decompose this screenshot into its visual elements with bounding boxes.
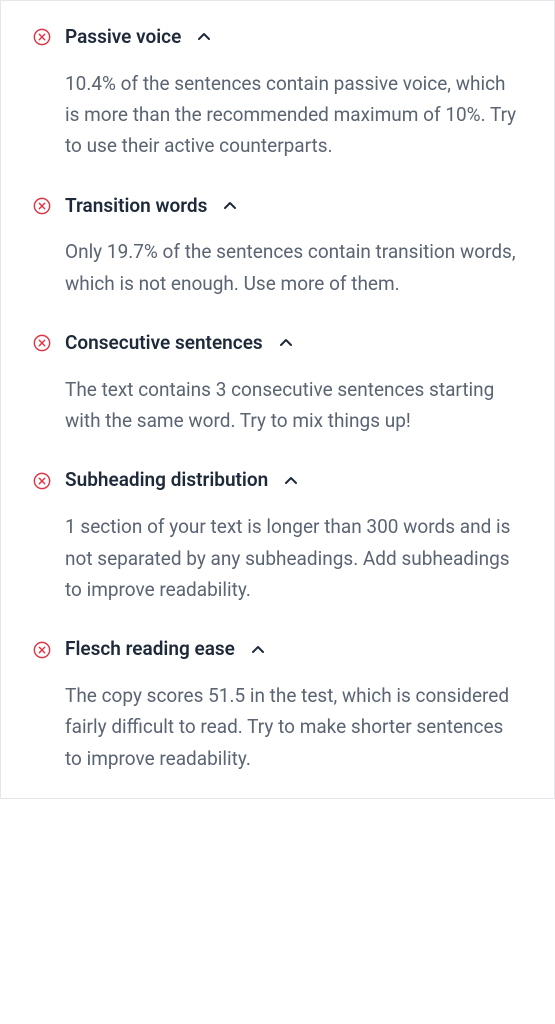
readability-analysis-panel: Passive voice 10.4% of the sentences con… [0,0,555,799]
error-icon [33,334,51,352]
chevron-up-icon [279,336,293,350]
analysis-item-title: Subheading distribution [65,468,268,493]
analysis-item-description: The copy scores 51.5 in the test, which … [33,680,522,774]
analysis-item: Transition words Only 19.7% of the sente… [33,194,522,299]
chevron-up-icon [284,474,298,488]
analysis-item: Passive voice 10.4% of the sentences con… [33,25,522,162]
analysis-item-header[interactable]: Subheading distribution [33,468,522,493]
analysis-item: Consecutive sentences The text contains … [33,331,522,436]
analysis-item-description: Only 19.7% of the sentences contain tran… [33,236,522,299]
analysis-item-description: 1 section of your text is longer than 30… [33,511,522,605]
analysis-item-header[interactable]: Transition words [33,194,522,219]
analysis-item-header[interactable]: Passive voice [33,25,522,50]
analysis-item: Subheading distribution 1 section of you… [33,468,522,605]
chevron-up-icon [197,30,211,44]
analysis-item-description: The text contains 3 consecutive sentence… [33,374,522,437]
analysis-item-header[interactable]: Flesch reading ease [33,637,522,662]
chevron-up-icon [223,199,237,213]
analysis-item-title: Passive voice [65,25,181,50]
error-icon [33,28,51,46]
analysis-item-title: Flesch reading ease [65,637,235,662]
analysis-item-description: 10.4% of the sentences contain passive v… [33,68,522,162]
analysis-item-header[interactable]: Consecutive sentences [33,331,522,356]
error-icon [33,472,51,490]
chevron-up-icon [251,643,265,657]
analysis-item-title: Transition words [65,194,207,219]
analysis-item: Flesch reading ease The copy scores 51.5… [33,637,522,774]
error-icon [33,197,51,215]
error-icon [33,641,51,659]
analysis-item-title: Consecutive sentences [65,331,263,356]
